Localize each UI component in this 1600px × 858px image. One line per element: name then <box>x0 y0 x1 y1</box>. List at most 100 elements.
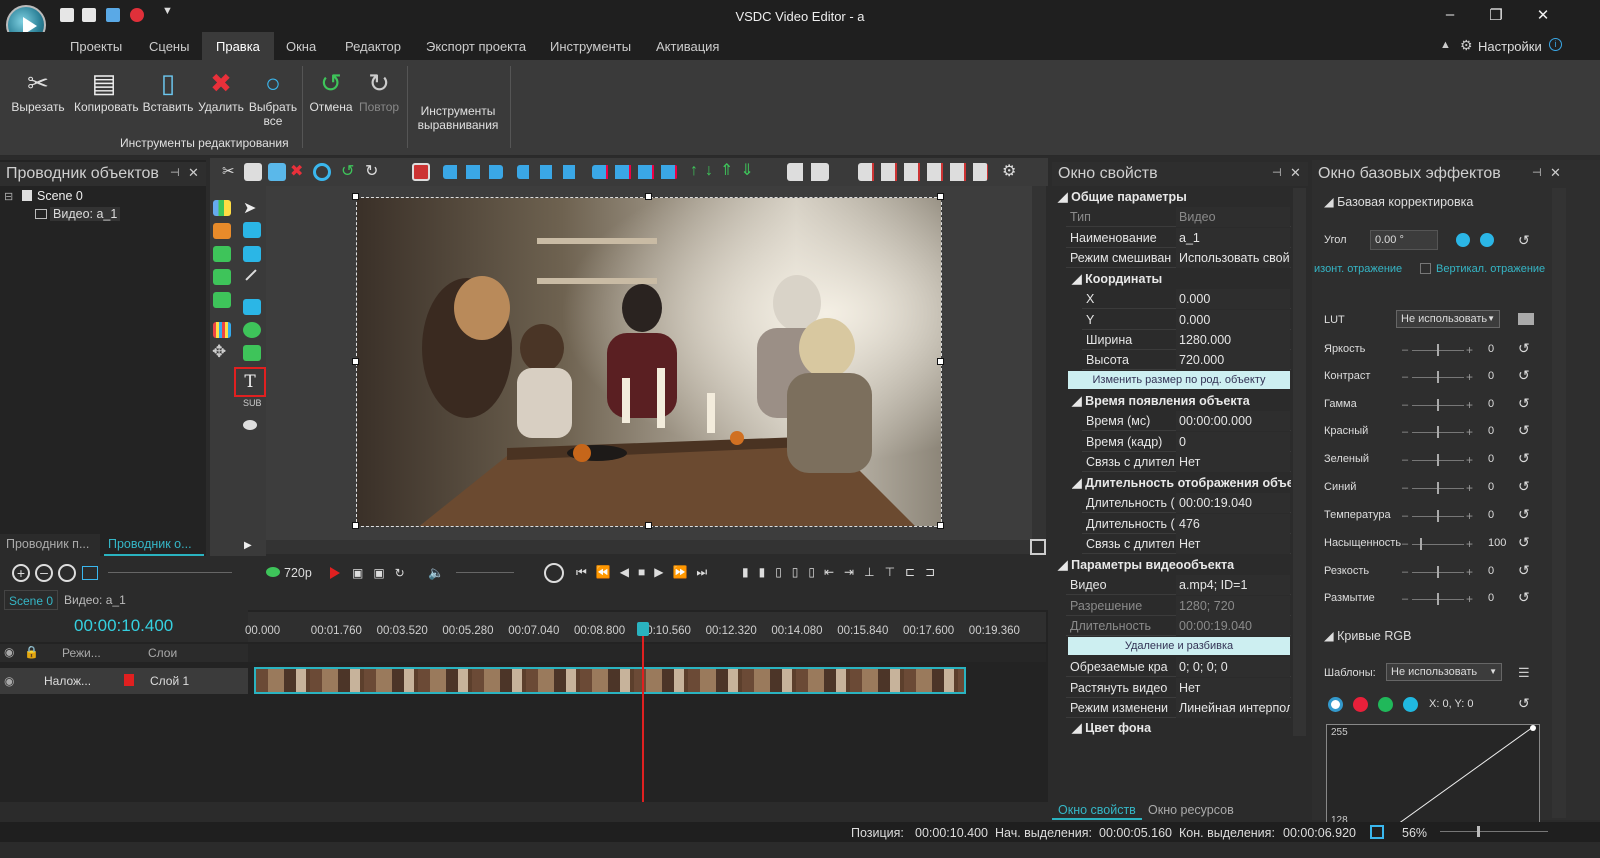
tab-tools[interactable]: Инструменты <box>536 32 645 60</box>
spectrum-tool-icon[interactable] <box>213 322 231 338</box>
plus-icon[interactable]: + <box>1466 593 1474 605</box>
slider-thumb[interactable] <box>1437 566 1439 578</box>
reset-icon[interactable]: ↺ <box>1518 422 1530 439</box>
preview-eye-icon[interactable] <box>266 567 280 577</box>
minus-icon[interactable]: – <box>1402 510 1410 522</box>
prop-name[interactable]: Наименование a_1 <box>1066 228 1291 248</box>
prop-link-duration[interactable]: Связь с длител Нет <box>1082 452 1291 472</box>
maximize-button[interactable]: ❐ <box>1486 6 1506 24</box>
reset-angle-icon[interactable]: ↺ <box>1518 232 1530 249</box>
curves-graph[interactable]: 255 128 <box>1326 724 1540 824</box>
tab-edit[interactable]: Правка <box>202 32 274 60</box>
settings-link[interactable]: Настройки <box>1478 39 1542 54</box>
plus-icon[interactable]: + <box>1466 399 1474 411</box>
animation-tool-icon[interactable] <box>213 223 231 239</box>
preview-tools-icons[interactable]: ▣▣↻ <box>352 566 415 580</box>
slider-thumb[interactable] <box>1437 510 1439 522</box>
fit-timeline-icon[interactable] <box>58 564 76 582</box>
transport-controls[interactable]: ⏮⏪◀■▶⏩⏭ <box>576 565 716 580</box>
toolbar-settings-icon[interactable]: ⚙ <box>1002 161 1016 181</box>
audio-tool-icon[interactable] <box>213 269 231 285</box>
rotate-right-icon[interactable] <box>1480 233 1494 247</box>
prop-duration-ms[interactable]: Длительность (00:00:19.040 <box>1082 493 1291 513</box>
paste-tool-icon[interactable] <box>268 163 286 181</box>
reset-icon[interactable]: ↺ <box>1518 367 1530 384</box>
effect-slider[interactable]: – + <box>1402 344 1474 356</box>
effect-slider[interactable]: – + <box>1402 371 1474 383</box>
minus-icon[interactable]: – <box>1402 482 1410 494</box>
prop-time-ms[interactable]: Время (мс) 00:00:00.000 <box>1082 411 1291 431</box>
slider-thumb[interactable] <box>1437 426 1439 438</box>
horizontal-flip-label[interactable]: изонт. отражение <box>1314 263 1402 275</box>
zoom-out-icon[interactable]: – <box>35 564 53 582</box>
cut-button[interactable]: ✂ Вырезать <box>8 66 68 114</box>
align-icons[interactable] <box>443 165 503 179</box>
select-tool-icon[interactable] <box>313 163 331 181</box>
effects-scrollbar[interactable] <box>1552 188 1566 818</box>
slider-thumb[interactable] <box>1437 593 1439 605</box>
minus-icon[interactable]: – <box>1402 426 1410 438</box>
tab-scenes[interactable]: Сцены <box>135 32 203 60</box>
prop-blend-mode[interactable]: Режим смешиван Использовать свойс <box>1066 248 1291 268</box>
rectangle-select-icon[interactable] <box>243 222 261 238</box>
video-tool-icon[interactable] <box>213 292 231 308</box>
prop-duration-frames[interactable]: Длительность (476 <box>1082 514 1291 534</box>
curve-blue-button[interactable] <box>1403 697 1418 712</box>
section-appear-time[interactable]: ◢ Время появления объекта <box>1072 391 1291 411</box>
timeline-edit-controls[interactable]: ⇤⇥⊥⊤⊏⊐ <box>824 565 945 579</box>
tree-collapse-icon[interactable]: ⊟ <box>4 190 13 203</box>
section-general[interactable]: ◢ Общие параметры <box>1058 187 1291 207</box>
tab-object-explorer[interactable]: Проводник о... <box>104 534 204 556</box>
properties-scrollbar[interactable] <box>1293 188 1306 736</box>
slider-thumb[interactable] <box>1420 538 1422 550</box>
tab-windows[interactable]: Окна <box>272 32 330 60</box>
delete-tool-icon[interactable]: ✖ <box>290 161 303 181</box>
templates-select[interactable]: Не использовать ▼ <box>1386 663 1502 681</box>
folder-icon[interactable] <box>1518 313 1534 325</box>
preview-quality-select[interactable]: 720p <box>284 566 312 580</box>
prop-width[interactable]: Ширина 1280.000 <box>1082 330 1291 350</box>
effect-slider[interactable]: – + <box>1402 454 1474 466</box>
minus-icon[interactable]: – <box>1402 593 1410 605</box>
slider-thumb[interactable] <box>1437 371 1439 383</box>
reset-icon[interactable]: ↺ <box>1518 589 1530 606</box>
ellipse-tool-icon[interactable] <box>243 322 261 338</box>
playhead-handle[interactable] <box>637 622 649 636</box>
fit-zoom-icon[interactable] <box>1370 825 1384 839</box>
cut-and-split-button[interactable]: Удаление и разбивка <box>1068 637 1290 655</box>
chart-tool-icon[interactable] <box>213 200 231 216</box>
lut-select[interactable]: Не использовать ▼ <box>1396 310 1500 328</box>
cut-tool-icon[interactable]: ✂ <box>222 162 235 180</box>
reset-icon[interactable]: ↺ <box>1518 340 1530 357</box>
resize-handle[interactable] <box>352 358 359 365</box>
vertical-flip-checkbox[interactable] <box>1420 263 1431 274</box>
prop-x[interactable]: X 0.000 <box>1082 289 1291 309</box>
effect-slider[interactable]: – + <box>1402 510 1474 522</box>
copy-tool-icon[interactable] <box>244 163 262 181</box>
callout-tool-icon[interactable] <box>243 420 257 430</box>
close-panel-icon[interactable]: ✕ <box>188 165 199 181</box>
playhead[interactable] <box>642 622 644 802</box>
prop-video-file[interactable]: Видео a.mp4; ID=1 <box>1066 575 1291 595</box>
angle-input[interactable]: 0.00 ° <box>1370 230 1438 250</box>
minus-icon[interactable]: – <box>1402 344 1410 356</box>
effect-slider[interactable]: – + <box>1402 566 1474 578</box>
track-row-layer1[interactable]: ◉ Налож... Слой 1 <box>0 668 248 694</box>
video-preview[interactable] <box>356 197 942 527</box>
gear-icon[interactable]: ⚙ <box>1460 37 1473 54</box>
video-clip[interactable] <box>254 667 966 694</box>
resize-to-parent-button[interactable]: Изменить размер по род. объекту <box>1068 371 1290 389</box>
reset-curves-icon[interactable]: ↺ <box>1518 695 1530 712</box>
resize-handle[interactable] <box>352 522 359 529</box>
plus-icon[interactable]: + <box>1466 426 1474 438</box>
section-video-params[interactable]: ◢ Параметры видеообъекта <box>1058 555 1291 575</box>
slider-thumb[interactable] <box>1437 399 1439 411</box>
marker-controls[interactable]: ▮▮▯▯▯ <box>742 565 825 579</box>
close-panel-icon[interactable]: ✕ <box>1290 165 1301 181</box>
slider-thumb[interactable] <box>1437 454 1439 466</box>
plus-icon[interactable]: + <box>1466 482 1474 494</box>
zoom-slider-thumb[interactable] <box>1477 826 1480 837</box>
resize-handle[interactable] <box>645 193 652 200</box>
volume-slider[interactable] <box>456 572 514 573</box>
tab-project-explorer[interactable]: Проводник п... <box>0 534 100 556</box>
